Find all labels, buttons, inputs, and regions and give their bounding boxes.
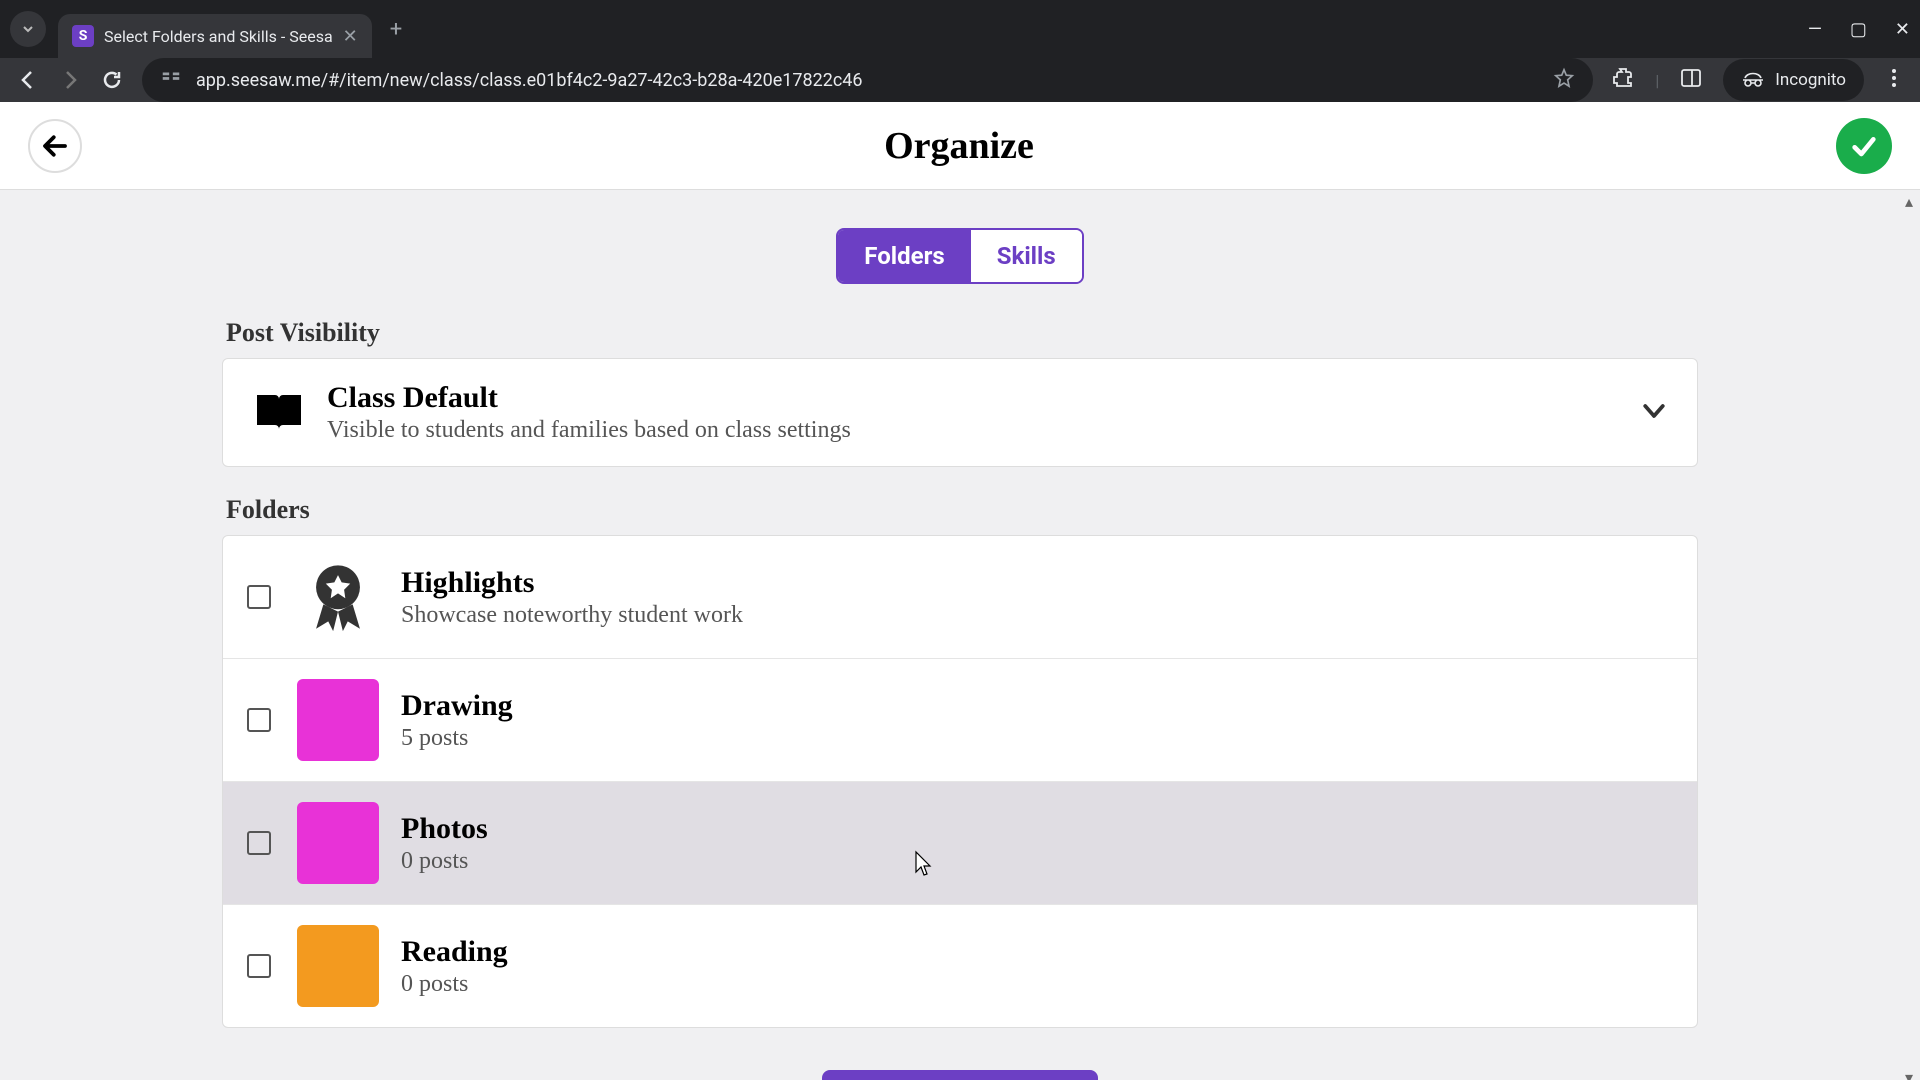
folder-row-drawing[interactable]: Drawing 5 posts — [223, 659, 1697, 782]
reload-button[interactable] — [100, 68, 124, 92]
visibility-selector[interactable]: Class Default Visible to students and fa… — [222, 358, 1698, 467]
url-text: app.seesaw.me/#/item/new/class/class.e01… — [196, 70, 1539, 91]
visibility-subtitle: Visible to students and families based o… — [327, 417, 1639, 444]
extensions-icon[interactable] — [1611, 66, 1635, 94]
create-folder-button[interactable]: + Create a Folder! — [822, 1070, 1098, 1080]
maximize-button[interactable]: ▢ — [1850, 19, 1867, 40]
checkbox[interactable] — [247, 954, 271, 978]
folder-sub: 0 posts — [401, 848, 1673, 875]
tab-folders[interactable]: Folders — [838, 230, 970, 282]
folder-sub: Showcase noteworthy student work — [401, 602, 1673, 629]
folder-row-photos[interactable]: Photos 0 posts — [223, 782, 1697, 905]
browser-menu-icon[interactable] — [1884, 68, 1904, 92]
nav-forward-button[interactable] — [58, 68, 82, 92]
url-bar[interactable]: app.seesaw.me/#/item/new/class/class.e01… — [142, 58, 1593, 102]
folder-sub: 5 posts — [401, 725, 1673, 752]
browser-titlebar: S Select Folders and Skills - Seesa ✕ + … — [0, 0, 1920, 58]
close-tab-icon[interactable]: ✕ — [343, 26, 358, 47]
tab-search-button[interactable] — [10, 11, 46, 47]
tab-title: Select Folders and Skills - Seesa — [104, 27, 333, 46]
checkbox[interactable] — [247, 585, 271, 609]
sidepanel-icon[interactable] — [1679, 66, 1703, 94]
bookmark-star-icon[interactable] — [1553, 67, 1575, 93]
seesaw-favicon: S — [72, 25, 94, 47]
visibility-title: Class Default — [327, 381, 1639, 415]
tab-skills[interactable]: Skills — [971, 230, 1082, 282]
browser-toolbar: app.seesaw.me/#/item/new/class/class.e01… — [0, 58, 1920, 102]
post-visibility-label: Post Visibility — [226, 318, 1698, 348]
segmented-control: Folders Skills — [222, 228, 1698, 284]
app-page: Organize Folders Skills Post Visibility — [0, 102, 1920, 1080]
create-folder-bar: + Create a Folder! — [0, 1058, 1920, 1080]
folder-row-highlights[interactable]: Highlights Showcase noteworthy student w… — [223, 536, 1697, 659]
app-header: Organize — [0, 102, 1920, 190]
folder-name: Highlights — [401, 566, 1673, 600]
folders-label: Folders — [226, 495, 1698, 525]
browser-tab[interactable]: S Select Folders and Skills - Seesa ✕ — [58, 14, 372, 58]
site-info-icon[interactable] — [160, 67, 182, 93]
chevron-down-icon — [1639, 396, 1669, 430]
window-controls: — ▢ ✕ — [1808, 19, 1910, 40]
scrollbar[interactable]: ▴ ▾ — [1898, 190, 1920, 1080]
folder-sub: 0 posts — [401, 971, 1673, 998]
incognito-icon — [1741, 68, 1765, 92]
folder-name: Photos — [401, 812, 1673, 846]
arrow-left-icon — [40, 131, 70, 161]
confirm-button[interactable] — [1836, 118, 1892, 174]
book-icon — [251, 385, 307, 441]
checkbox[interactable] — [247, 708, 271, 732]
scroll-up-icon[interactable]: ▴ — [1898, 190, 1920, 212]
folder-color-swatch — [297, 925, 379, 1007]
checkbox[interactable] — [247, 831, 271, 855]
close-window-button[interactable]: ✕ — [1895, 19, 1910, 40]
toolbar-divider: | — [1655, 71, 1659, 90]
page-title: Organize — [82, 124, 1836, 168]
folder-name: Drawing — [401, 689, 1673, 723]
nav-back-button[interactable] — [16, 68, 40, 92]
check-icon — [1848, 130, 1880, 162]
incognito-label: Incognito — [1775, 70, 1846, 90]
folder-color-swatch — [297, 802, 379, 884]
award-icon — [297, 556, 379, 638]
folder-row-reading[interactable]: Reading 0 posts — [223, 905, 1697, 1027]
folder-name: Reading — [401, 935, 1673, 969]
folder-color-swatch — [297, 679, 379, 761]
minimize-button[interactable]: — — [1808, 19, 1822, 40]
incognito-indicator[interactable]: Incognito — [1723, 59, 1864, 101]
back-button[interactable] — [28, 119, 82, 173]
folder-list: Highlights Showcase noteworthy student w… — [222, 535, 1698, 1028]
new-tab-button[interactable]: + — [390, 17, 402, 42]
